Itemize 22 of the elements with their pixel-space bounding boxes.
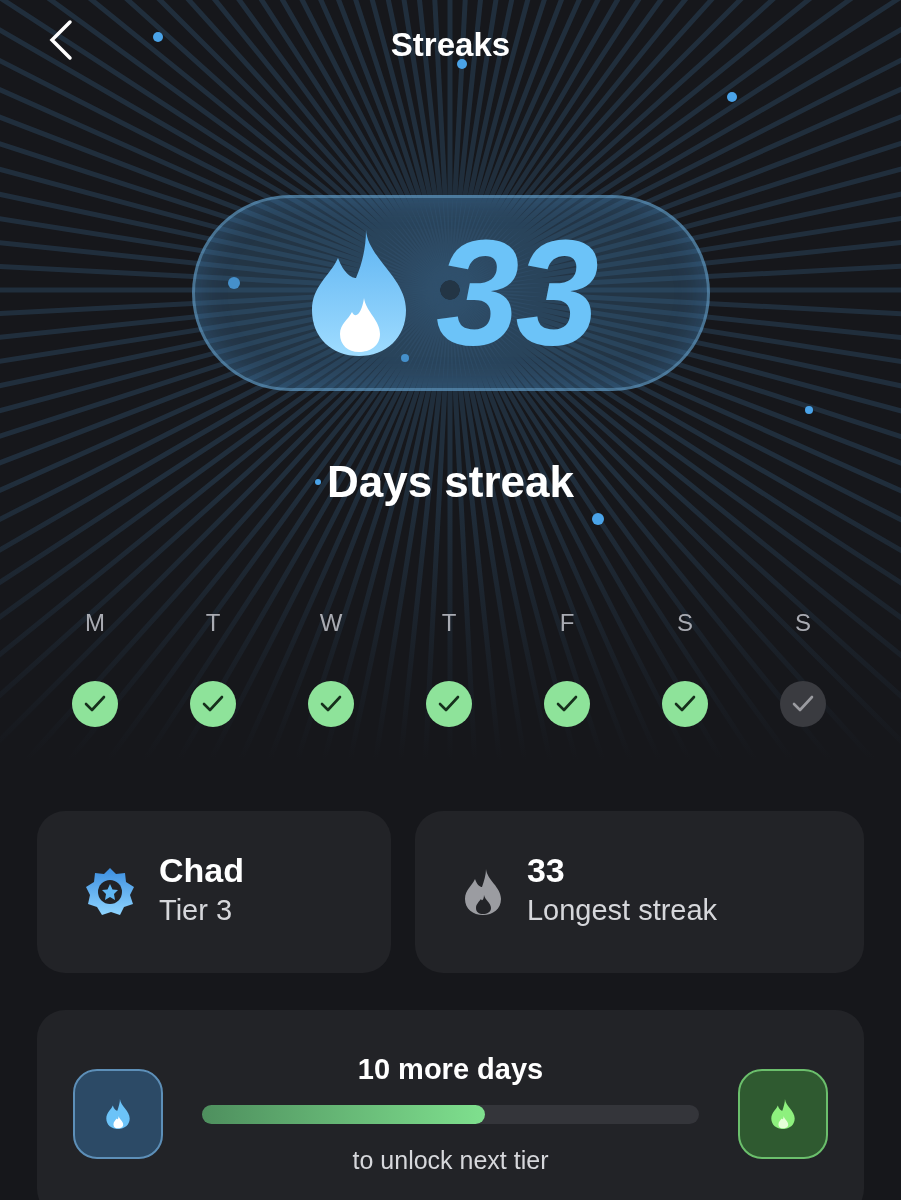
stat-title: Chad (159, 851, 244, 889)
stat-title: 33 (526, 851, 566, 889)
streak-count: 33 (436, 218, 595, 368)
current-tier-icon (73, 1068, 163, 1159)
next-tier-icon (738, 1068, 828, 1159)
weekday-label: S (794, 608, 812, 638)
weekday-label: S (676, 608, 694, 638)
back-icon (48, 18, 74, 62)
screen-title: Streaks (390, 26, 511, 63)
weekday-label: M (84, 608, 106, 638)
badge-icon (85, 867, 135, 917)
weekday-label: F (558, 608, 576, 638)
flame-icon (462, 868, 503, 916)
weekday-label: T (440, 608, 458, 638)
weekday-label: W (318, 608, 344, 638)
weekday-label: T (204, 608, 222, 638)
stat-subtitle: Longest streak (526, 892, 718, 928)
progress-title: 10 more days (357, 1051, 544, 1087)
stat-subtitle: Tier 3 (159, 892, 234, 928)
streak-label: Days streak (325, 456, 576, 508)
progress-caption: to unlock next tier (352, 1145, 549, 1176)
back-button[interactable] (48, 18, 74, 62)
